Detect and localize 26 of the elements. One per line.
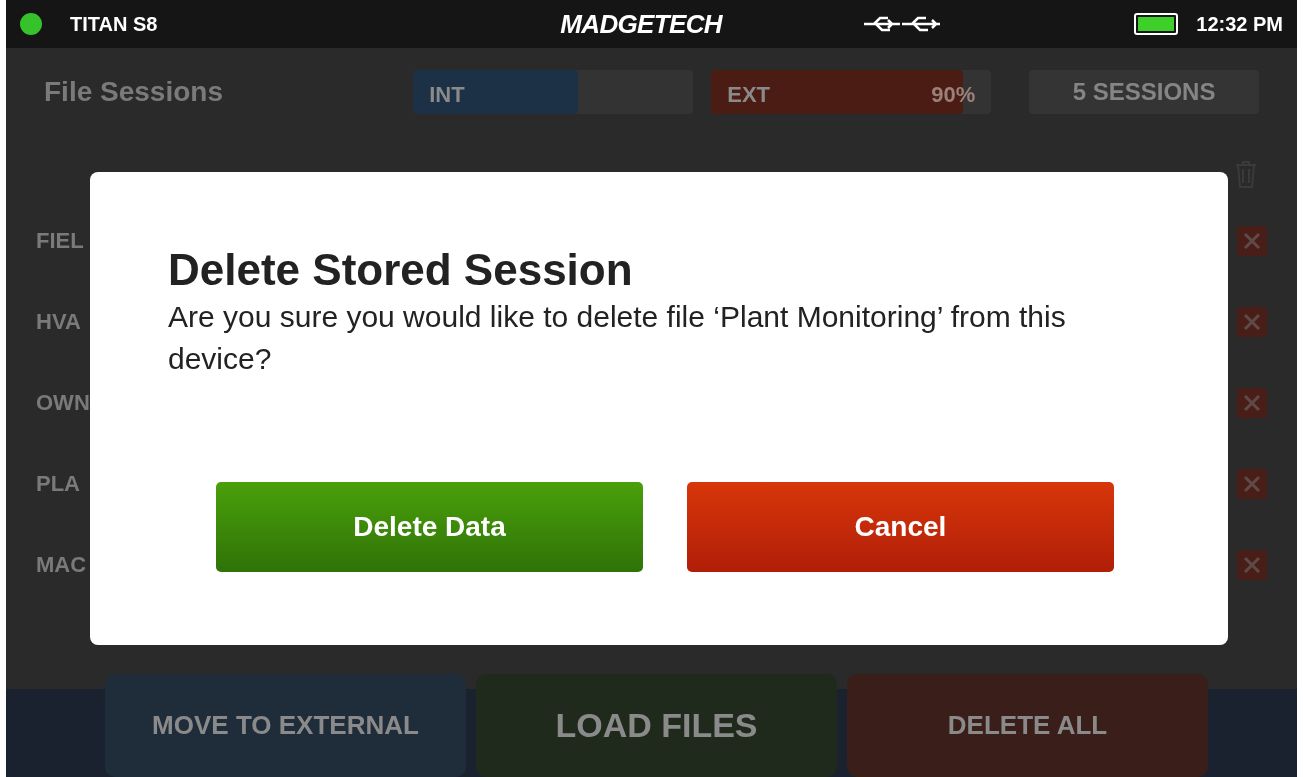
session-count: 5 SESSIONS [1029,70,1259,114]
delete-icon[interactable] [1237,387,1267,418]
delete-data-button[interactable]: Delete Data [216,482,643,572]
device-name: TITAN S8 [70,12,159,37]
delete-files-button[interactable]: DELETE ALL [847,674,1208,777]
clock-time: 12:32 PM [1196,12,1283,37]
dialog-message: Are you sure you would like to delete file ‘Plant Monitoring’ from this device? [168,299,1067,377]
delete-icon[interactable] [1237,549,1267,580]
screen-title: File Sessions [44,75,224,109]
session-name: MAC [36,551,87,579]
delete-icon[interactable] [1237,306,1267,337]
storage-reading: 90% [931,81,976,109]
storage-label: EXT [727,81,770,109]
storage-label: INT [429,81,465,109]
brand-logo: MADGETECH [560,7,722,41]
move-files-button[interactable]: MOVE TO EXTERNAL [105,674,466,777]
session-name: OWN [36,389,90,417]
delete-icon[interactable] [1237,225,1267,256]
session-name: HVA [36,308,81,336]
cancel-button[interactable]: Cancel [687,482,1114,572]
session-name: FIEL [36,227,84,255]
delete-icon[interactable] [1237,468,1267,499]
dialog-title: Delete Stored Session [168,244,634,296]
load-files-button[interactable]: LOAD FILES [476,674,837,777]
session-name: PLA [36,470,80,498]
battery-icon [1134,13,1179,35]
